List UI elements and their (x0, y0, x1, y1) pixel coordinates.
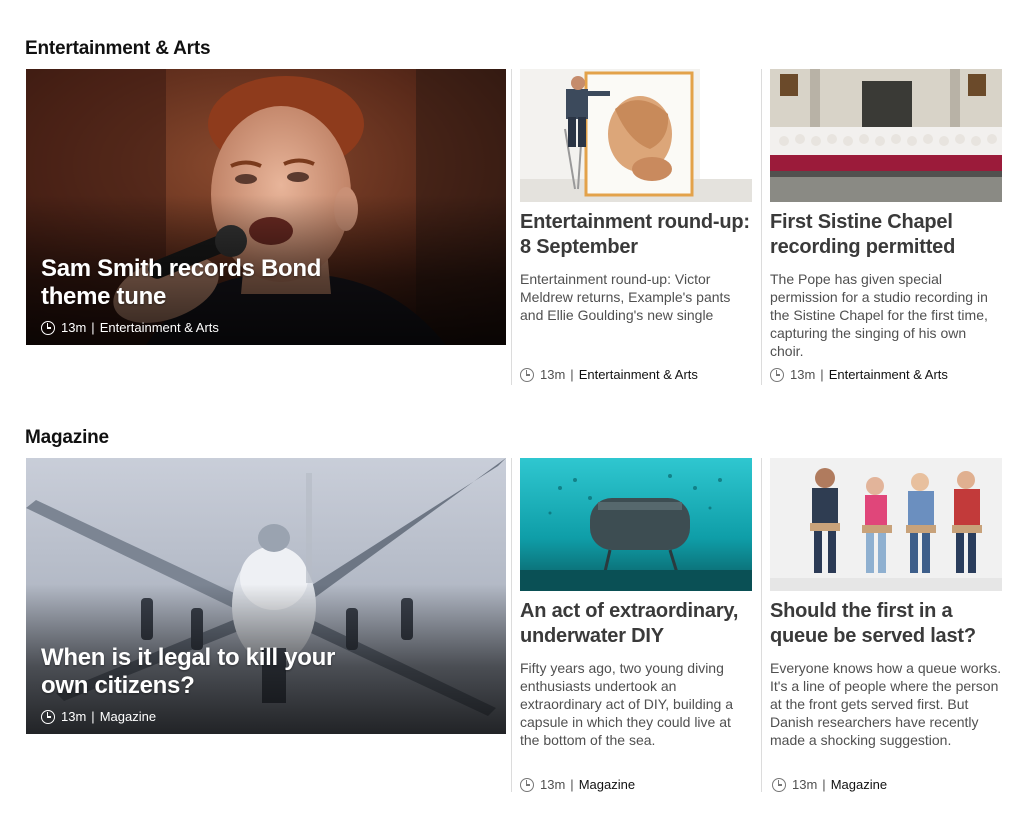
card-title[interactable]: First Sistine Chapel recording permitted (770, 210, 1002, 260)
timestamp: 13m (790, 367, 816, 382)
clock-icon (520, 777, 534, 792)
timestamp: 13m (540, 777, 566, 792)
clock-icon (41, 709, 55, 724)
card-title[interactable]: An act of extraordinary, underwater DIY (520, 599, 752, 649)
card-meta: 13m | Entertainment & Arts (770, 367, 948, 382)
column-divider (761, 69, 762, 385)
timestamp: 13m (61, 320, 87, 335)
meta-separator: | (570, 777, 574, 792)
card-thumbnail (520, 69, 752, 202)
feature-story[interactable]: When is it legal to kill your own citize… (26, 458, 506, 734)
category-link[interactable]: Entertainment & Arts (579, 367, 698, 382)
meta-separator: | (91, 320, 95, 335)
story-card[interactable]: Entertainment round-up: 8 September Ente… (520, 69, 752, 324)
meta-separator: | (820, 367, 824, 382)
card-meta: 13m | Entertainment & Arts (520, 367, 698, 382)
meta-separator: | (822, 777, 826, 792)
clock-icon (520, 367, 534, 382)
section-title: Magazine (25, 427, 109, 448)
timestamp: 13m (540, 367, 566, 382)
category-link[interactable]: Magazine (100, 709, 156, 724)
feature-meta: 13m | Entertainment & Arts (41, 320, 219, 335)
category-link[interactable]: Entertainment & Arts (829, 367, 948, 382)
card-meta: 13m | Magazine (520, 777, 635, 792)
card-summary: Fifty years ago, two young diving enthus… (520, 660, 733, 748)
clock-icon (770, 367, 784, 382)
timestamp: 13m (792, 777, 818, 792)
feature-headline[interactable]: Sam Smith records Bond theme tune (41, 255, 341, 311)
story-card[interactable]: An act of extraordinary, underwater DIY … (520, 458, 752, 749)
meta-separator: | (91, 709, 95, 724)
category-link[interactable]: Entertainment & Arts (100, 320, 219, 335)
card-thumbnail (770, 69, 1002, 202)
category-link[interactable]: Magazine (579, 777, 635, 792)
timestamp: 13m (61, 709, 87, 724)
meta-separator: | (570, 367, 574, 382)
feature-meta: 13m | Magazine (41, 709, 156, 724)
column-divider (511, 458, 512, 792)
card-summary: Everyone knows how a queue works. It's a… (770, 660, 1002, 748)
clock-icon (41, 320, 55, 335)
clock-icon (772, 777, 786, 792)
card-summary: Entertainment round-up: Victor Meldrew r… (520, 271, 731, 323)
feature-story[interactable]: Sam Smith records Bond theme tune 13m | … (26, 69, 506, 345)
story-card[interactable]: First Sistine Chapel recording permitted… (770, 69, 1002, 360)
card-thumbnail (770, 458, 1002, 591)
feature-headline[interactable]: When is it legal to kill your own citize… (41, 644, 341, 700)
category-link[interactable]: Magazine (831, 777, 887, 792)
card-title[interactable]: Should the first in a queue be served la… (770, 599, 1002, 649)
story-card[interactable]: Should the first in a queue be served la… (770, 458, 1002, 749)
column-divider (511, 69, 512, 385)
card-thumbnail (520, 458, 752, 591)
column-divider (761, 458, 762, 792)
section-title: Entertainment & Arts (25, 38, 211, 59)
card-meta: 13m | Magazine (772, 777, 887, 792)
card-title[interactable]: Entertainment round-up: 8 September (520, 210, 752, 260)
card-summary: The Pope has given special permission fo… (770, 271, 988, 359)
